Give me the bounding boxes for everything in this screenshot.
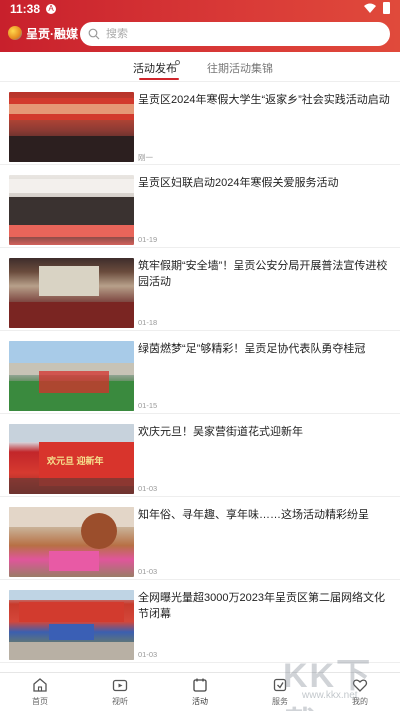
news-title: 呈贡区2024年寒假大学生“返家乡”社会实践活动启动 xyxy=(138,94,390,106)
battery-icon xyxy=(383,2,390,14)
app-header: 11:38 A 呈贡·融媒 xyxy=(0,0,400,52)
list-item[interactable]: 欢元旦 迎新年 欢庆元旦！吴家营街道花式迎新年 01-03 xyxy=(0,414,400,497)
news-title: 知年俗、寻年趣、享年味……这场活动精彩纷呈 xyxy=(138,509,369,521)
tab-activity-release[interactable]: 活动发布 xyxy=(133,60,177,76)
logo-text: 呈贡·融媒 xyxy=(26,26,78,41)
news-thumbnail xyxy=(9,258,134,328)
tab-bar: 活动发布 往期活动集锦 xyxy=(0,52,400,82)
search-bar[interactable] xyxy=(80,22,390,46)
news-thumbnail xyxy=(9,590,134,660)
nav-video-label: 视听 xyxy=(112,697,128,706)
nav-activity-label: 活动 xyxy=(192,697,208,706)
watermark-url: www.kkx.net xyxy=(302,690,358,701)
news-date: 01-19 xyxy=(138,235,158,244)
nav-home[interactable]: 首页 xyxy=(10,677,70,707)
list-item[interactable]: 绿茵燃梦“足”够精彩！呈贡足协代表队勇夺桂冠 01-15 xyxy=(0,331,400,414)
news-date: 01-03 xyxy=(138,567,158,576)
news-date: 01-03 xyxy=(138,484,158,493)
activity-icon xyxy=(193,678,207,692)
search-input[interactable] xyxy=(106,28,366,40)
logo-mark-icon xyxy=(8,26,22,40)
app-logo: 呈贡·融媒 xyxy=(8,24,78,42)
thumb-banner-text: 欢元旦 迎新年 xyxy=(47,456,104,466)
news-title: 筑牢假期“安全墙”！呈贡公安分局开展普法宣传进校园活动 xyxy=(138,260,388,288)
news-date: 01-03 xyxy=(138,650,158,659)
refresh-dot-icon xyxy=(175,60,180,65)
list-item[interactable]: 呈贡区2024年寒假大学生“返家乡”社会实践活动启动 刚一 xyxy=(0,82,400,165)
home-icon xyxy=(33,678,47,692)
news-title: 全网曝光量超3000万2023年呈贡区第二届网络文化节闭幕 xyxy=(138,592,385,620)
active-tab-indicator xyxy=(139,78,179,80)
news-title: 绿茵燃梦“足”够精彩！呈贡足协代表队勇夺桂冠 xyxy=(138,343,366,355)
list-item[interactable]: 知年俗、寻年趣、享年味……这场活动精彩纷呈 01-03 xyxy=(0,497,400,580)
watermark: KK下载 xyxy=(283,657,373,711)
news-thumbnail xyxy=(9,507,134,577)
wifi-icon xyxy=(364,3,376,13)
tab-past-activities[interactable]: 往期活动集锦 xyxy=(207,60,273,76)
news-date: 刚一 xyxy=(138,153,153,162)
news-thumbnail: 欢元旦 迎新年 xyxy=(9,424,134,494)
news-date: 01-18 xyxy=(138,318,158,327)
search-icon xyxy=(88,28,100,40)
list-item[interactable]: 呈贡区妇联启动2024年寒假关爱服务活动 01-19 xyxy=(0,165,400,248)
nav-activity[interactable]: 活动 xyxy=(170,677,230,707)
news-title: 呈贡区妇联启动2024年寒假关爱服务活动 xyxy=(138,177,339,189)
news-date: 01-15 xyxy=(138,401,158,410)
notification-icon: A xyxy=(46,4,56,14)
news-thumbnail xyxy=(9,341,134,411)
news-thumbnail xyxy=(9,92,134,162)
news-thumbnail xyxy=(9,175,134,245)
status-time: 11:38 xyxy=(10,2,41,16)
news-title: 欢庆元旦！吴家营街道花式迎新年 xyxy=(138,426,303,438)
nav-home-label: 首页 xyxy=(32,697,48,706)
list-item[interactable]: 筑牢假期“安全墙”！呈贡公安分局开展普法宣传进校园活动 01-18 xyxy=(0,248,400,331)
nav-video[interactable]: 视听 xyxy=(90,677,150,707)
status-bar: 11:38 A xyxy=(0,0,400,18)
tv-icon xyxy=(112,679,128,692)
